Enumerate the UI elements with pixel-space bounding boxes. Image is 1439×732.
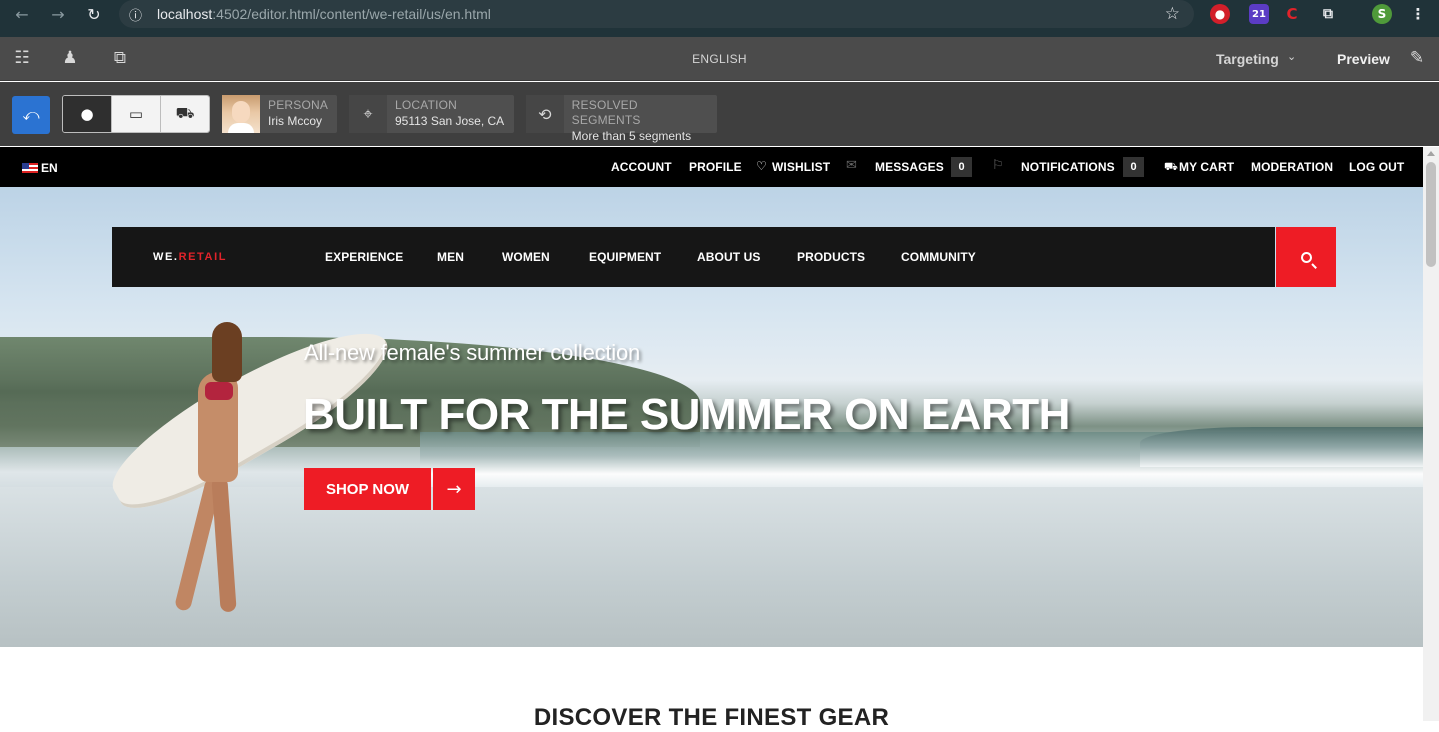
address-bar[interactable]: ⓘ localhost:4502/editor.html/content/we-… — [119, 0, 1194, 28]
location-card[interactable]: ⌖ LOCATION 95113 San Jose, CA — [349, 95, 514, 133]
persona-card[interactable]: PERSONA Iris Mccoy — [222, 95, 337, 133]
moderation-link[interactable]: MODERATION — [1251, 160, 1333, 174]
url-text: localhost:4502/editor.html/content/we-re… — [157, 6, 491, 22]
search-icon — [1300, 251, 1312, 263]
hero-title: BUILT FOR THE SUMMER ON EARTH — [303, 390, 1070, 439]
extension-badge[interactable]: 21 — [1249, 4, 1269, 24]
logout-link[interactable]: LOG OUT — [1349, 160, 1404, 174]
surfer-leg — [211, 476, 237, 613]
profile-avatar[interactable]: S — [1372, 4, 1392, 24]
language-selector[interactable]: EN — [22, 161, 58, 175]
annotations-icon[interactable]: ✎ — [1406, 47, 1428, 69]
hero-subtitle: All-new female's summer collection — [304, 340, 641, 365]
heart-icon: ♡ — [756, 159, 767, 173]
search-button[interactable] — [1276, 227, 1336, 287]
editor-toolbar: ☷ ♟ ⧉ ENGLISH Targeting ⌄ Preview ✎ — [0, 37, 1439, 81]
location-icon: ⌖ — [349, 95, 387, 133]
chevron-down-icon[interactable]: ⌄ — [1287, 50, 1296, 63]
targeting-mode-dropdown[interactable]: Targeting — [1216, 51, 1279, 67]
section-heading: DISCOVER THE FINEST GEAR — [533, 704, 890, 731]
logo-prefix: WE. — [153, 251, 179, 263]
account-link[interactable]: ACCOUNT — [611, 160, 672, 174]
location-label: LOCATION — [395, 98, 458, 112]
my-cart-link[interactable]: MY CART — [1179, 160, 1234, 174]
segments-label: RESOLVED SEGMENTS — [571, 98, 641, 127]
nav-item-products[interactable]: PRODUCTS — [797, 250, 865, 264]
preview-button[interactable]: Preview — [1337, 51, 1390, 67]
back-icon[interactable]: ← — [10, 2, 34, 26]
site-utility-bar: EN ACCOUNT PROFILE ♡ WISHLIST ✉ MESSAGES… — [0, 147, 1423, 187]
flag-icon: ⚐ — [992, 158, 1004, 173]
main-navigation: WE.RETAIL EXPERIENCE MEN WOMEN EQUIPMENT… — [112, 227, 1275, 287]
nav-item-experience[interactable]: EXPERIENCE — [325, 250, 403, 264]
context-hub-bar: ⤺ ● ▭ ⛟ PERSONA Iris Mccoy ⌖ LOCATION 95… — [0, 82, 1439, 146]
we-retail-logo[interactable]: WE.RETAIL — [153, 251, 227, 263]
menu-icon[interactable]: ⋮ — [1408, 4, 1428, 24]
segments-card[interactable]: ⟲ RESOLVED SEGMENTS More than 5 segments — [526, 95, 717, 143]
bookmark-star-icon[interactable]: ☆ — [1165, 4, 1180, 24]
cart-icon[interactable]: ⛟ — [161, 96, 209, 132]
surfer-graphic — [150, 322, 260, 622]
nav-item-equipment[interactable]: EQUIPMENT — [589, 250, 661, 264]
persona-value: Iris Mccoy — [268, 114, 322, 128]
envelope-icon: ✉ — [846, 158, 857, 173]
browser-divider — [0, 29, 1439, 37]
arrow-right-icon[interactable]: → — [433, 468, 475, 510]
segments-value: More than 5 segments — [571, 129, 692, 143]
messages-link[interactable]: MESSAGES — [875, 160, 944, 174]
nav-item-about-us[interactable]: ABOUT US — [697, 250, 760, 264]
scrollbar-thumb[interactable] — [1426, 162, 1436, 267]
extension-adblock-icon[interactable]: ● — [1210, 4, 1230, 24]
nav-item-women[interactable]: WOMEN — [502, 250, 550, 264]
us-flag-icon — [22, 163, 38, 173]
user-icon[interactable]: ● — [63, 96, 112, 132]
forward-icon[interactable]: → — [46, 2, 70, 26]
url-host: localhost — [157, 6, 213, 22]
nav-item-men[interactable]: MEN — [437, 250, 464, 264]
extensions-icon[interactable]: ⧉ — [1318, 4, 1338, 24]
extension-c-icon[interactable]: C — [1282, 4, 1302, 24]
scroll-up-arrow-icon[interactable] — [1427, 151, 1435, 156]
wishlist-link[interactable]: WISHLIST — [772, 160, 830, 174]
hero-wave-right — [1140, 427, 1423, 467]
device-segment-group: ● ▭ ⛟ — [62, 95, 210, 133]
surfer-swimsuit — [205, 382, 233, 400]
notifications-count-badge: 0 — [1123, 157, 1144, 177]
logo-suffix: RETAIL — [178, 251, 228, 263]
surfer-hair — [212, 322, 242, 382]
language-label: EN — [41, 161, 58, 175]
messages-count-badge: 0 — [951, 157, 972, 177]
url-path: :4502/editor.html/content/we-retail/us/e… — [212, 6, 491, 22]
shop-now-button[interactable]: SHOP NOW — [304, 468, 431, 510]
browser-toolbar: ← → ↻ ⓘ localhost:4502/editor.html/conte… — [0, 0, 1439, 29]
cart-icon: ⛟ — [1164, 160, 1178, 173]
location-value: 95113 San Jose, CA — [395, 114, 505, 128]
nav-item-community[interactable]: COMMUNITY — [901, 250, 976, 264]
site-info-icon[interactable]: ⓘ — [129, 5, 149, 24]
persona-avatar — [222, 95, 260, 133]
reload-icon[interactable]: ↻ — [82, 2, 106, 26]
segments-icon: ⟲ — [526, 95, 564, 133]
contexthub-toggle-icon[interactable]: ⤺ — [12, 96, 50, 134]
store-icon[interactable]: ▭ — [112, 96, 161, 132]
profile-link[interactable]: PROFILE — [689, 160, 742, 174]
notifications-link[interactable]: NOTIFICATIONS — [1021, 160, 1115, 174]
persona-label: PERSONA — [268, 98, 329, 112]
